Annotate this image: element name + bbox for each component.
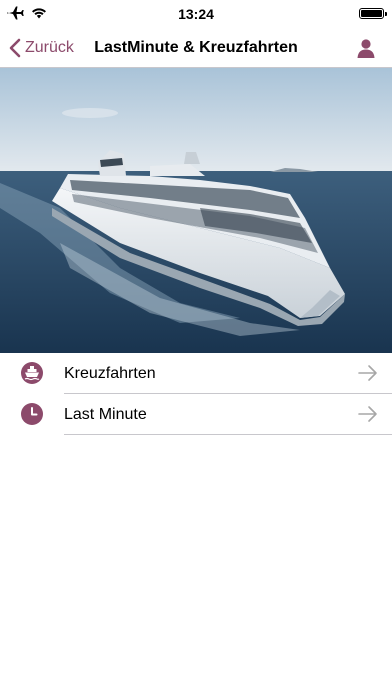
separator (64, 434, 392, 435)
status-time: 13:24 (178, 6, 214, 22)
arrow-right-icon (358, 406, 377, 422)
arrow-right-icon (358, 365, 377, 381)
chevron-left-icon (9, 38, 21, 58)
page-title: LastMinute & Kreuzfahrten (94, 39, 298, 56)
menu-item-kreuzfahrten[interactable]: Kreuzfahrten (0, 353, 392, 394)
menu-list: Kreuzfahrten Last Minute (0, 353, 392, 435)
navigation-bar: Zurück LastMinute & Kreuzfahrten (0, 28, 392, 68)
clock-icon (21, 403, 43, 425)
back-label: Zurück (25, 39, 74, 56)
ship-icon (21, 362, 43, 384)
menu-item-label: Last Minute (64, 406, 147, 423)
back-button[interactable]: Zurück (9, 28, 74, 68)
battery-icon (359, 8, 387, 19)
person-icon[interactable] (357, 38, 375, 58)
menu-item-label: Kreuzfahrten (64, 365, 156, 382)
status-bar: 13:24 (0, 0, 392, 28)
cruise-ship-photo (0, 68, 392, 353)
menu-item-last-minute[interactable]: Last Minute (0, 394, 392, 435)
cruise-ship-illustration (0, 68, 392, 353)
